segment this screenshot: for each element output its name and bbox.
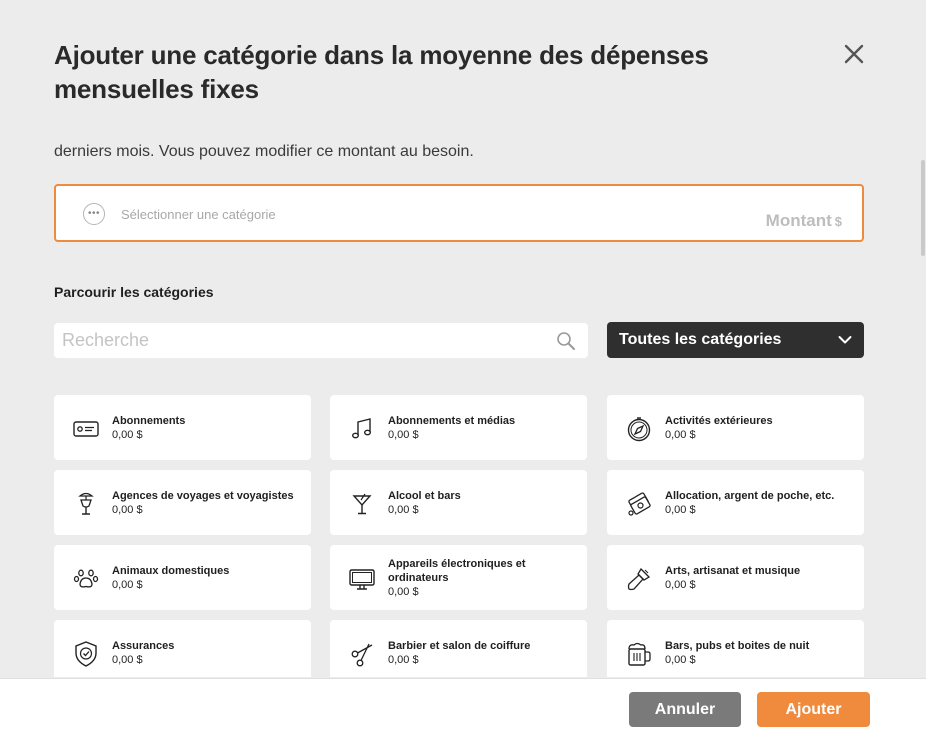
category-name: Appareils électroniques et ordinateurs: [388, 557, 526, 584]
dialog-description: derniers mois. Vous pouvez modifier ce m…: [54, 143, 474, 160]
category-amount: 0,00 $: [388, 503, 419, 516]
music-note-icon: [351, 418, 372, 439]
category-amount: 0,00 $: [112, 578, 143, 591]
amount-label: Montant: [765, 211, 832, 230]
category-name: Assurances: [112, 639, 175, 652]
shield-check-icon: [75, 641, 97, 667]
category-name: Bars, pubs et boites de nuit: [665, 639, 810, 652]
amount-field[interactable]: Montant $: [766, 211, 842, 231]
category-name: Allocation, argent de poche, etc.: [665, 489, 835, 502]
category-name: Animaux domestiques: [112, 564, 230, 577]
category-card[interactable]: Agences de voyages et voyagistes 0,00 $: [54, 470, 311, 535]
category-card[interactable]: Activités extérieures 0,00 $: [607, 395, 864, 460]
category-card[interactable]: Allocation, argent de poche, etc. 0,00 $: [607, 470, 864, 535]
category-card[interactable]: Arts, artisanat et musique 0,00 $: [607, 545, 864, 610]
category-name: Activités extérieures: [665, 414, 773, 427]
category-card[interactable]: Animaux domestiques 0,00 $: [54, 545, 311, 610]
category-filter-label: Toutes les catégories: [619, 331, 782, 348]
martini-icon: [352, 493, 372, 515]
category-card[interactable]: Barbier et salon de coiffure 0,00 $: [330, 620, 587, 677]
category-amount: 0,00 $: [665, 503, 696, 516]
category-name: Abonnements et médias: [388, 414, 516, 427]
scissors-icon: [351, 643, 373, 667]
add-button[interactable]: Ajouter: [757, 692, 870, 727]
amount-currency: $: [834, 214, 842, 229]
close-icon[interactable]: [838, 38, 870, 70]
category-amount: 0,00 $: [112, 428, 143, 441]
category-amount: 0,00 $: [388, 585, 419, 598]
category-card[interactable]: Alcool et bars 0,00 $: [330, 470, 587, 535]
category-amount: 0,00 $: [112, 653, 143, 666]
category-card[interactable]: Abonnements 0,00 $: [54, 395, 311, 460]
search-box: [54, 323, 588, 358]
category-card[interactable]: Appareils électroniques et ordinateurs 0,…: [330, 545, 587, 610]
chevron-down-icon: [838, 336, 852, 344]
more-dots-icon: •••: [83, 203, 105, 225]
category-amount: 0,00 $: [388, 653, 419, 666]
money-icon: [628, 492, 651, 516]
cancel-button[interactable]: Annuler: [629, 692, 741, 727]
cocktail-umbrella-icon: [78, 492, 94, 515]
category-amount: 0,00 $: [665, 428, 696, 441]
category-filter-dropdown[interactable]: Toutes les catégories: [607, 322, 864, 358]
category-name: Arts, artisanat et musique: [665, 564, 801, 577]
category-selector-placeholder: Sélectionner une catégorie: [121, 207, 276, 222]
category-name: Agences de voyages et voyagistes: [112, 489, 294, 502]
dialog-title: Ajouter une catégorie dans la moyenne de…: [54, 40, 709, 104]
card-icon: [73, 421, 99, 437]
category-card[interactable]: Assurances 0,00 $: [54, 620, 311, 677]
category-amount: 0,00 $: [112, 503, 143, 516]
paintbrush-icon: [627, 567, 651, 591]
category-card[interactable]: Abonnements et médias 0,00 $: [330, 395, 587, 460]
category-amount: 0,00 $: [665, 653, 696, 666]
monitor-icon: [349, 569, 375, 590]
category-grid: Abonnements 0,00 $ Abonnements et médias 0…: [54, 395, 864, 677]
category-amount: 0,00 $: [388, 428, 419, 441]
category-name: Barbier et salon de coiffure: [388, 639, 531, 652]
browse-heading: Parcourir les catégories: [54, 284, 214, 300]
beer-mug-icon: [628, 642, 651, 666]
scrollbar[interactable]: [921, 160, 925, 256]
category-card[interactable]: Bars, pubs et boites de nuit 0,00 $: [607, 620, 864, 677]
search-icon[interactable]: [556, 331, 576, 351]
category-name: Alcool et bars: [388, 489, 461, 502]
dialog-footer: Annuler Ajouter: [0, 678, 926, 736]
search-input[interactable]: [54, 323, 588, 358]
category-name: Abonnements: [112, 414, 186, 427]
compass-icon: [627, 417, 651, 442]
paw-icon: [73, 569, 99, 588]
category-selector[interactable]: ••• Sélectionner une catégorie Montant $: [54, 184, 864, 242]
category-amount: 0,00 $: [665, 578, 696, 591]
